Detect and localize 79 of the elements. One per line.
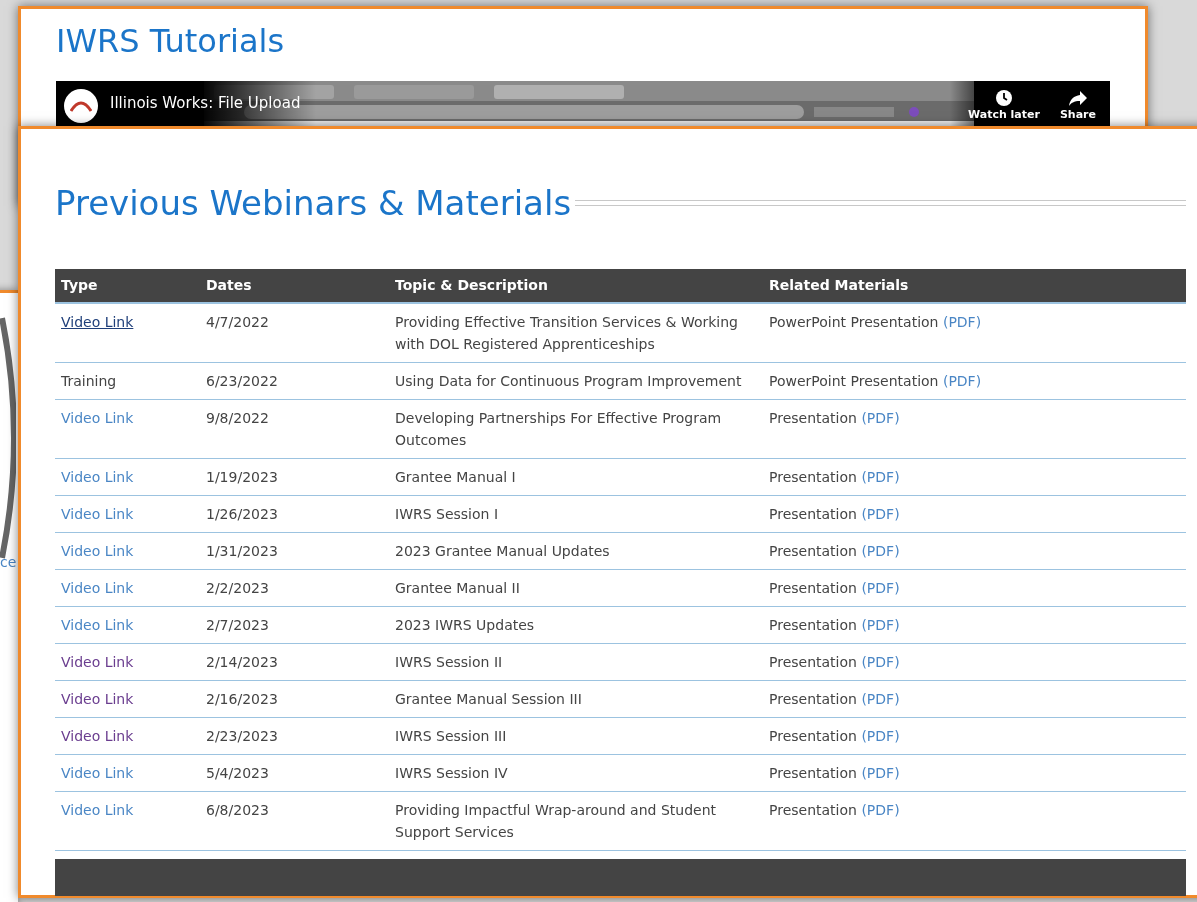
video-link[interactable]: Video Link	[61, 691, 134, 707]
logo-icon	[70, 99, 92, 113]
video-link[interactable]: Video Link	[61, 654, 134, 670]
date-text: 2/16/2023	[206, 691, 278, 707]
material-text: Presentation	[769, 543, 857, 559]
column-header: Topic & Description	[394, 276, 549, 295]
material-text: Presentation	[769, 654, 857, 670]
pdf-link[interactable]: (PDF)	[861, 765, 900, 781]
pdf-link[interactable]: (PDF)	[861, 410, 900, 426]
watch-later-button[interactable]: Watch later	[968, 89, 1040, 121]
material-text: Presentation	[769, 469, 857, 485]
pdf-link[interactable]: (PDF)	[861, 654, 900, 670]
pdf-link[interactable]: (PDF)	[861, 580, 900, 596]
date-text: 1/26/2023	[206, 506, 278, 522]
type-text: Training	[61, 373, 117, 389]
date-text: 9/8/2022	[206, 410, 269, 426]
column-header: Type	[60, 276, 99, 295]
material-text: Presentation	[769, 728, 857, 744]
share-icon	[1067, 89, 1088, 107]
channel-avatar[interactable]	[64, 89, 98, 123]
section-title: Previous Webinars & Materials	[55, 182, 572, 225]
topic-text: Grantee Manual I	[395, 469, 516, 485]
pdf-link[interactable]: (PDF)	[861, 506, 900, 522]
date-text: 2/14/2023	[206, 654, 278, 670]
video-link[interactable]: Video Link	[61, 506, 134, 522]
material-text: Presentation	[769, 691, 857, 707]
pdf-link[interactable]: (PDF)	[861, 543, 900, 559]
topic-text: Grantee Manual Session III	[395, 691, 582, 707]
material-text: Presentation	[769, 617, 857, 633]
material-text: Presentation	[769, 765, 857, 781]
date-text: 6/23/2022	[206, 373, 278, 389]
topic-text: IWRS Session II	[395, 654, 503, 670]
date-text: 1/19/2023	[206, 469, 278, 485]
topic-text: IWRS Session IV	[395, 765, 508, 781]
video-link[interactable]: Video Link	[61, 410, 134, 426]
date-text: 6/8/2023	[206, 802, 269, 818]
video-link[interactable]: Video Link	[61, 543, 134, 559]
video-link[interactable]: Video Link	[61, 469, 134, 485]
material-text: Presentation	[769, 802, 857, 818]
topic-text: Providing Effective Transition Services & Working with DOL Registered Apprenticeships	[395, 314, 738, 352]
pdf-link[interactable]: (PDF)	[861, 469, 900, 485]
date-text: 2/7/2023	[206, 617, 269, 633]
video-link[interactable]: Video Link	[61, 765, 134, 781]
column-header: Dates	[205, 276, 253, 295]
video-link[interactable]: Video Link	[61, 580, 134, 596]
tutorials-title: IWRS Tutorials	[56, 21, 286, 62]
pdf-link[interactable]: (PDF)	[942, 373, 982, 389]
video-link[interactable]: Video Link	[61, 617, 134, 633]
date-text: 2/2/2023	[206, 580, 269, 596]
clock-icon	[994, 89, 1013, 107]
topic-text: 2023 Grantee Manual Updates	[395, 543, 610, 559]
material-text: Presentation	[769, 410, 857, 426]
pdf-link[interactable]: (PDF)	[861, 691, 900, 707]
pdf-link[interactable]: (PDF)	[861, 802, 900, 818]
topic-text: IWRS Session I	[395, 506, 499, 522]
material-text: Presentation	[769, 580, 857, 596]
column-header: Related Materials	[768, 276, 910, 295]
topic-text: Using Data for Continuous Program Improvement	[395, 373, 742, 389]
date-text: 1/31/2023	[206, 543, 278, 559]
video-player[interactable]: Illinois Works: File Upload Watch later Share	[56, 81, 1110, 129]
pdf-link[interactable]: (PDF)	[861, 617, 900, 633]
pdf-link[interactable]: (PDF)	[861, 728, 900, 744]
video-link[interactable]: Video Link	[61, 314, 134, 330]
topic-text: IWRS Session III	[395, 728, 507, 744]
topic-text: Grantee Manual II	[395, 580, 520, 596]
topic-text: 2023 IWRS Updates	[395, 617, 535, 633]
topic-text: Providing Impactful Wrap-around and Student Support Services	[395, 802, 716, 840]
material-text: PowerPoint Presentation	[769, 314, 939, 330]
topic-text: Developing Partnerships For Effective Program Outcomes	[395, 410, 722, 448]
date-text: 2/23/2023	[206, 728, 278, 744]
date-text: 4/7/2022	[206, 314, 269, 330]
material-text: PowerPoint Presentation	[769, 373, 939, 389]
material-text: Presentation	[769, 506, 857, 522]
video-link[interactable]: Video Link	[61, 728, 134, 744]
date-text: 5/4/2023	[206, 765, 269, 781]
share-button[interactable]: Share	[1059, 89, 1096, 121]
cut-text: ce	[0, 553, 17, 572]
pdf-link[interactable]: (PDF)	[942, 314, 982, 330]
video-link[interactable]: Video Link	[61, 802, 134, 818]
